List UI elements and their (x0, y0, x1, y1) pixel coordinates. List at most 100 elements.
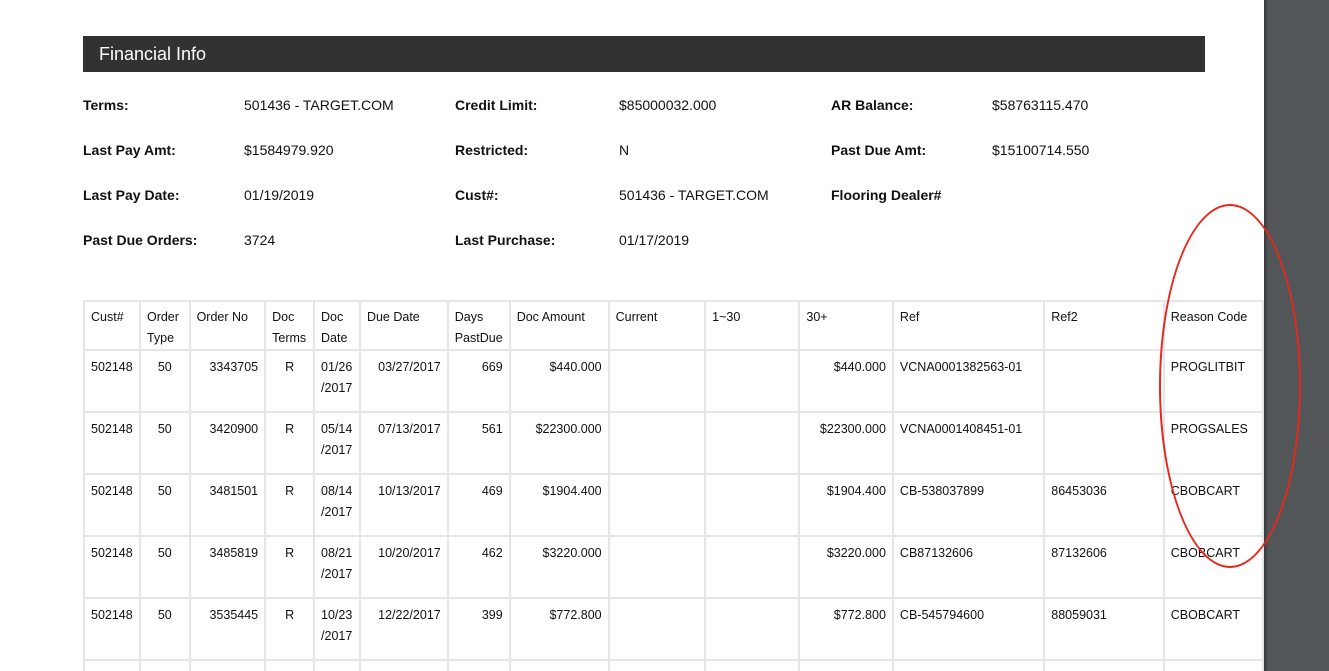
col-header-doc-amount: Doc Amount (508, 300, 610, 351)
cell-cust: 502148 (83, 349, 141, 413)
cell-30-plus: $3220.000 (798, 535, 894, 599)
cell-order-type: 50 (138, 473, 191, 537)
flooring-dealer-label: Flooring Dealer# (831, 187, 942, 203)
ar-balance-value: $58763115.470 (992, 97, 1089, 113)
cell-partial (704, 659, 801, 671)
cell-doc-amount: $3220.000 (508, 535, 610, 599)
cell-doc-date: 05/14 /2017 (313, 411, 361, 475)
cell-partial (446, 659, 511, 671)
cell-doc-amount: $22300.000 (508, 411, 610, 475)
last-purchase-label: Last Purchase: (455, 232, 556, 248)
cell-partial (891, 659, 1046, 671)
cell-1-30 (704, 411, 801, 475)
cell-partial (1043, 659, 1165, 671)
cell-doc-date: 08/14 /2017 (313, 473, 361, 537)
cell-days-pastdue: 469 (446, 473, 511, 537)
cell-partial (138, 659, 191, 671)
cell-30-plus: $772.800 (798, 597, 894, 661)
cell-order-no: 3485819 (188, 535, 267, 599)
cell-partial (607, 659, 707, 671)
cell-due-date: 12/22/2017 (358, 597, 449, 661)
last-purchase-value: 01/17/2019 (619, 232, 690, 248)
cell-order-no: 3420900 (188, 411, 267, 475)
cell-due-date: 10/13/2017 (358, 473, 449, 537)
table-header-row: Cust# Order Type Order No Doc Terms Doc … (83, 300, 1264, 351)
cell-doc-amount: $1904.400 (508, 473, 610, 537)
col-header-ref2: Ref2 (1043, 300, 1165, 351)
cell-doc-terms: R (264, 597, 316, 661)
col-header-days-pastdue: Days PastDue (446, 300, 511, 351)
col-header-doc-date: Doc Date (313, 300, 361, 351)
cell-partial (798, 659, 894, 671)
cell-due-date: 10/20/2017 (358, 535, 449, 599)
cell-current (607, 535, 707, 599)
cell-order-no: 3535445 (188, 597, 267, 661)
cell-doc-date: 08/21 /2017 (313, 535, 361, 599)
cell-doc-amount: $440.000 (508, 349, 610, 413)
cell-ref2: 86453036 (1043, 473, 1165, 537)
cell-ref: CB-538037899 (891, 473, 1046, 537)
col-header-doc-terms: Doc Terms (264, 300, 316, 351)
cell-partial (508, 659, 610, 671)
cell-ref: CB87132606 (891, 535, 1046, 599)
cell-order-type: 50 (138, 535, 191, 599)
past-due-orders-table: Cust# Order Type Order No Doc Terms Doc … (83, 300, 1264, 671)
col-header-due-date: Due Date (358, 300, 449, 351)
last-pay-date-label: Last Pay Date: (83, 187, 180, 203)
cell-days-pastdue: 561 (446, 411, 511, 475)
past-due-orders-label: Past Due Orders: (83, 232, 198, 248)
document-page: Financial Info Terms: 501436 - TARGET.CO… (0, 0, 1264, 671)
cell-partial (188, 659, 267, 671)
table-row-partial (83, 659, 1264, 671)
col-header-order-no: Order No (188, 300, 267, 351)
financial-info-header: Financial Info (83, 36, 1205, 72)
credit-limit-value: $85000032.000 (619, 97, 717, 113)
cell-1-30 (704, 597, 801, 661)
cell-partial (1162, 659, 1264, 671)
cell-ref2: 87132606 (1043, 535, 1165, 599)
cell-1-30 (704, 349, 801, 413)
cell-partial (358, 659, 449, 671)
table-row: 502148 50 3485819 R 08/21 /2017 10/20/20… (83, 535, 1264, 599)
col-header-reason-code: Reason Code (1162, 300, 1264, 351)
cell-1-30 (704, 535, 801, 599)
col-header-30-plus: 30+ (798, 300, 894, 351)
table-row: 502148 50 3535445 R 10/23 /2017 12/22/20… (83, 597, 1264, 661)
cell-current (607, 349, 707, 413)
cell-ref: CB-545794600 (891, 597, 1046, 661)
cell-days-pastdue: 669 (446, 349, 511, 413)
cell-reason-code: CBOBCART (1162, 473, 1264, 537)
cell-order-no: 3481501 (188, 473, 267, 537)
cell-doc-terms: R (264, 411, 316, 475)
cell-reason-code: PROGSALES (1162, 411, 1264, 475)
cell-current (607, 473, 707, 537)
cust-number-label: Cust#: (455, 187, 499, 203)
table-row: 502148 50 3420900 R 05/14 /2017 07/13/20… (83, 411, 1264, 475)
last-pay-amt-label: Last Pay Amt: (83, 142, 176, 158)
cell-doc-terms: R (264, 535, 316, 599)
restricted-value: N (619, 142, 630, 158)
table-row: 502148 50 3481501 R 08/14 /2017 10/13/20… (83, 473, 1264, 537)
cell-partial (313, 659, 361, 671)
col-header-1-30: 1~30 (704, 300, 801, 351)
ar-balance-label: AR Balance: (831, 97, 914, 113)
terms-label: Terms: (83, 97, 129, 113)
cell-1-30 (704, 473, 801, 537)
cell-reason-code: PROGLITBIT (1162, 349, 1264, 413)
cell-partial (83, 659, 141, 671)
cell-cust: 502148 (83, 535, 141, 599)
restricted-label: Restricted: (455, 142, 529, 158)
past-due-orders-value: 3724 (244, 232, 276, 248)
cell-ref: VCNA0001408451-01 (891, 411, 1046, 475)
cell-days-pastdue: 399 (446, 597, 511, 661)
cell-doc-date: 10/23 /2017 (313, 597, 361, 661)
cell-doc-terms: R (264, 473, 316, 537)
col-header-ref: Ref (891, 300, 1046, 351)
cell-due-date: 03/27/2017 (358, 349, 449, 413)
cell-doc-amount: $772.800 (508, 597, 610, 661)
past-due-amt-label: Past Due Amt: (831, 142, 927, 158)
cell-ref2 (1043, 349, 1165, 413)
cell-order-no: 3343705 (188, 349, 267, 413)
cell-reason-code: CBOBCART (1162, 597, 1264, 661)
cell-current (607, 597, 707, 661)
